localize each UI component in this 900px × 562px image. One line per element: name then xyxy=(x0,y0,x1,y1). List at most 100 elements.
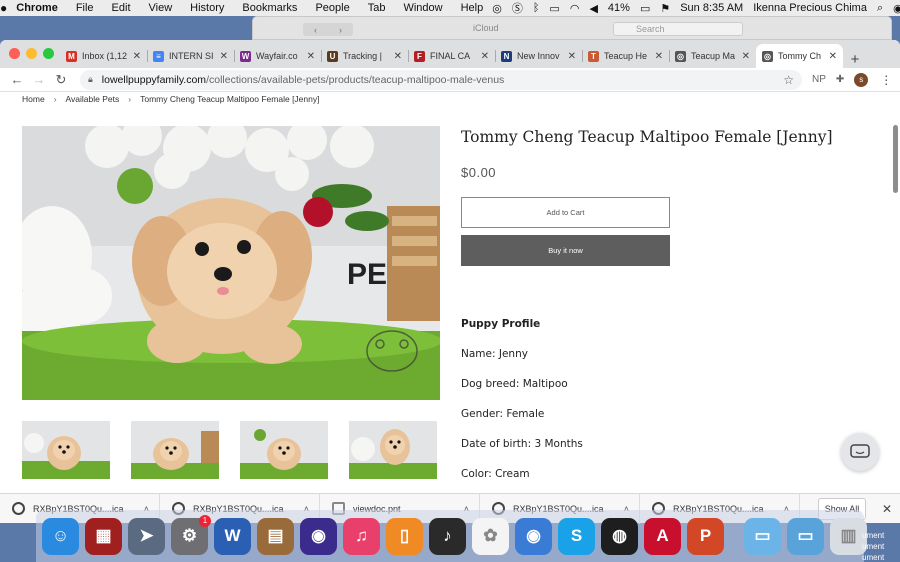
launchpad-icon[interactable]: ➤ xyxy=(128,517,165,555)
siri-menu-icon[interactable]: ◉ xyxy=(893,2,900,15)
desktop-file-label[interactable]: ument xyxy=(862,530,900,541)
mac-dock: ☺ ▦ ➤ ⚙ 1 W ▤ ◉ ♫ ▯ ♪ ✿ ◉ S ◍ A P ▭ ▭ ▥ xyxy=(36,510,867,562)
thumbnail-2[interactable] xyxy=(131,421,219,479)
tab-9[interactable]: ◎ Tommy Ch ✕ xyxy=(756,44,843,68)
reload-button[interactable]: ↻ xyxy=(50,72,72,88)
minimize-window-button[interactable] xyxy=(26,48,37,59)
desktop-file-label[interactable]: ument xyxy=(862,541,900,552)
close-window-button[interactable] xyxy=(9,48,20,59)
menu-user[interactable]: Ikenna Precious Chima xyxy=(753,2,867,14)
airplay-icon[interactable]: ▭ xyxy=(549,2,559,15)
docs-icon: ≡ xyxy=(153,50,164,62)
thumbnail-3[interactable] xyxy=(240,421,328,479)
chat-widget-button[interactable] xyxy=(841,433,879,471)
zoom-window-button[interactable] xyxy=(43,48,54,59)
flag-icon[interactable]: ⚑ xyxy=(660,2,670,15)
tab-4[interactable]: U Tracking | ✕ xyxy=(321,44,408,68)
address-bar[interactable]: 🔒︎ lowellpuppyfamily.com/collections/ava… xyxy=(80,69,802,90)
tab-8[interactable]: ◎ Teacup Ma ✕ xyxy=(669,44,756,68)
photo-booth-icon[interactable]: ▦ xyxy=(85,517,122,555)
apple-menu-icon[interactable]: ● xyxy=(0,1,7,15)
thumbnail-1[interactable] xyxy=(22,421,110,479)
lock-icon[interactable]: 🔒︎ xyxy=(88,74,93,85)
new-tab-button[interactable]: + xyxy=(843,51,867,68)
garageband-icon[interactable]: ♪ xyxy=(429,517,466,555)
acrobat-icon[interactable]: A xyxy=(644,517,681,555)
folder-icon[interactable]: ▭ xyxy=(744,517,781,555)
finder-icon[interactable]: ☺ xyxy=(42,517,79,555)
close-tab-icon[interactable]: ✕ xyxy=(394,51,402,62)
spotlight-icon[interactable]: ⌕ xyxy=(877,2,883,15)
dock-glyph: ▦ xyxy=(95,526,112,545)
breadcrumb-home[interactable]: Home xyxy=(22,94,45,104)
buy-it-now-button[interactable]: Buy it now xyxy=(461,235,670,266)
downloads-folder-icon[interactable]: ▭ xyxy=(787,517,824,555)
wifi-icon[interactable]: ◠ xyxy=(570,2,580,15)
tab-3[interactable]: W Wayfair.co ✕ xyxy=(234,44,321,68)
dock-glyph: ◉ xyxy=(311,526,326,545)
skype-icon[interactable]: S xyxy=(558,517,595,555)
close-tab-icon[interactable]: ✕ xyxy=(742,51,750,62)
siri-icon[interactable]: ◉ xyxy=(300,517,337,555)
page-scrollbar[interactable] xyxy=(893,125,898,193)
close-tab-icon[interactable]: ✕ xyxy=(133,51,141,62)
close-tab-icon[interactable]: ✕ xyxy=(655,51,663,62)
spiral-status-icon[interactable]: ◎ xyxy=(492,2,502,15)
chrome-menu-icon[interactable]: ⋮ xyxy=(880,73,892,87)
menu-file[interactable]: File xyxy=(67,2,103,14)
forward-button[interactable]: → xyxy=(28,72,50,87)
battery-icon[interactable]: ▭ xyxy=(640,2,650,15)
activity-monitor-icon[interactable]: ◍ xyxy=(601,517,638,555)
bookmark-star-icon[interactable]: ☆ xyxy=(783,73,794,87)
thumbnail-4[interactable] xyxy=(349,421,437,479)
powerpoint-icon[interactable]: P xyxy=(687,517,724,555)
profile-birth: Date of birth: 3 Months xyxy=(461,438,583,450)
notefile-icon[interactable]: ▤ xyxy=(257,517,294,555)
tab-label: Teacup Ma xyxy=(691,51,736,61)
product-main-image[interactable]: PE xyxy=(22,126,440,400)
menu-people[interactable]: People xyxy=(306,2,358,14)
tab-label: New Innov xyxy=(517,51,560,61)
notification-badge: 1 xyxy=(199,514,211,527)
desktop-file-label[interactable]: ument xyxy=(862,552,900,562)
tab-7[interactable]: T Teacup He ✕ xyxy=(582,44,669,68)
menu-bookmarks[interactable]: Bookmarks xyxy=(233,2,306,14)
dock-glyph: ⚙ xyxy=(181,526,198,545)
extension-np-button[interactable]: NP xyxy=(812,74,826,85)
back-button[interactable]: ← xyxy=(6,72,28,87)
menu-clock[interactable]: Sun 8:35 AM xyxy=(680,2,743,14)
bluetooth-icon[interactable]: ᛒ xyxy=(533,2,540,14)
menu-help[interactable]: Help xyxy=(452,2,493,14)
tab-2[interactable]: ≡ INTERN SI ✕ xyxy=(147,44,234,68)
close-downloads-icon[interactable]: ✕ xyxy=(882,502,892,516)
menu-edit[interactable]: Edit xyxy=(103,2,140,14)
system-preferences-icon[interactable]: ⚙ 1 xyxy=(171,514,211,555)
volume-icon[interactable]: ◀ xyxy=(589,2,597,15)
tab-6[interactable]: N New Innov ✕ xyxy=(495,44,582,68)
extensions-puzzle-icon[interactable]: ✚ xyxy=(836,74,844,85)
close-tab-icon[interactable]: ✕ xyxy=(481,51,489,62)
photos-icon[interactable]: ✿ xyxy=(472,517,509,555)
menu-history[interactable]: History xyxy=(181,2,233,14)
itunes-icon[interactable]: ♫ xyxy=(343,517,380,555)
close-tab-icon[interactable]: ✕ xyxy=(568,51,576,62)
close-tab-icon[interactable]: ✕ xyxy=(307,51,315,62)
add-to-cart-button[interactable]: Add to Cart xyxy=(461,197,670,228)
breadcrumb-section[interactable]: Available Pets xyxy=(66,94,120,104)
breadcrumb-separator: › xyxy=(53,94,57,104)
skype-status-icon[interactable]: Ⓢ xyxy=(512,0,523,16)
tab-1[interactable]: M Inbox (1,12 ✕ xyxy=(60,44,147,68)
menu-app-name[interactable]: Chrome xyxy=(7,2,67,14)
battery-percent: 41% xyxy=(607,2,630,14)
chrome-icon[interactable]: ◉ xyxy=(515,517,552,555)
menu-window[interactable]: Window xyxy=(394,2,451,14)
ibooks-icon[interactable]: ▯ xyxy=(386,517,423,555)
close-tab-icon[interactable]: ✕ xyxy=(829,51,837,62)
wayfair-icon: W xyxy=(240,50,251,62)
word-icon[interactable]: W xyxy=(214,517,251,555)
menu-view[interactable]: View xyxy=(140,2,182,14)
close-tab-icon[interactable]: ✕ xyxy=(220,51,228,62)
menu-tab[interactable]: Tab xyxy=(359,2,395,14)
profile-avatar[interactable]: s xyxy=(854,72,869,87)
tab-5[interactable]: F FINAL CA ✕ xyxy=(408,44,495,68)
